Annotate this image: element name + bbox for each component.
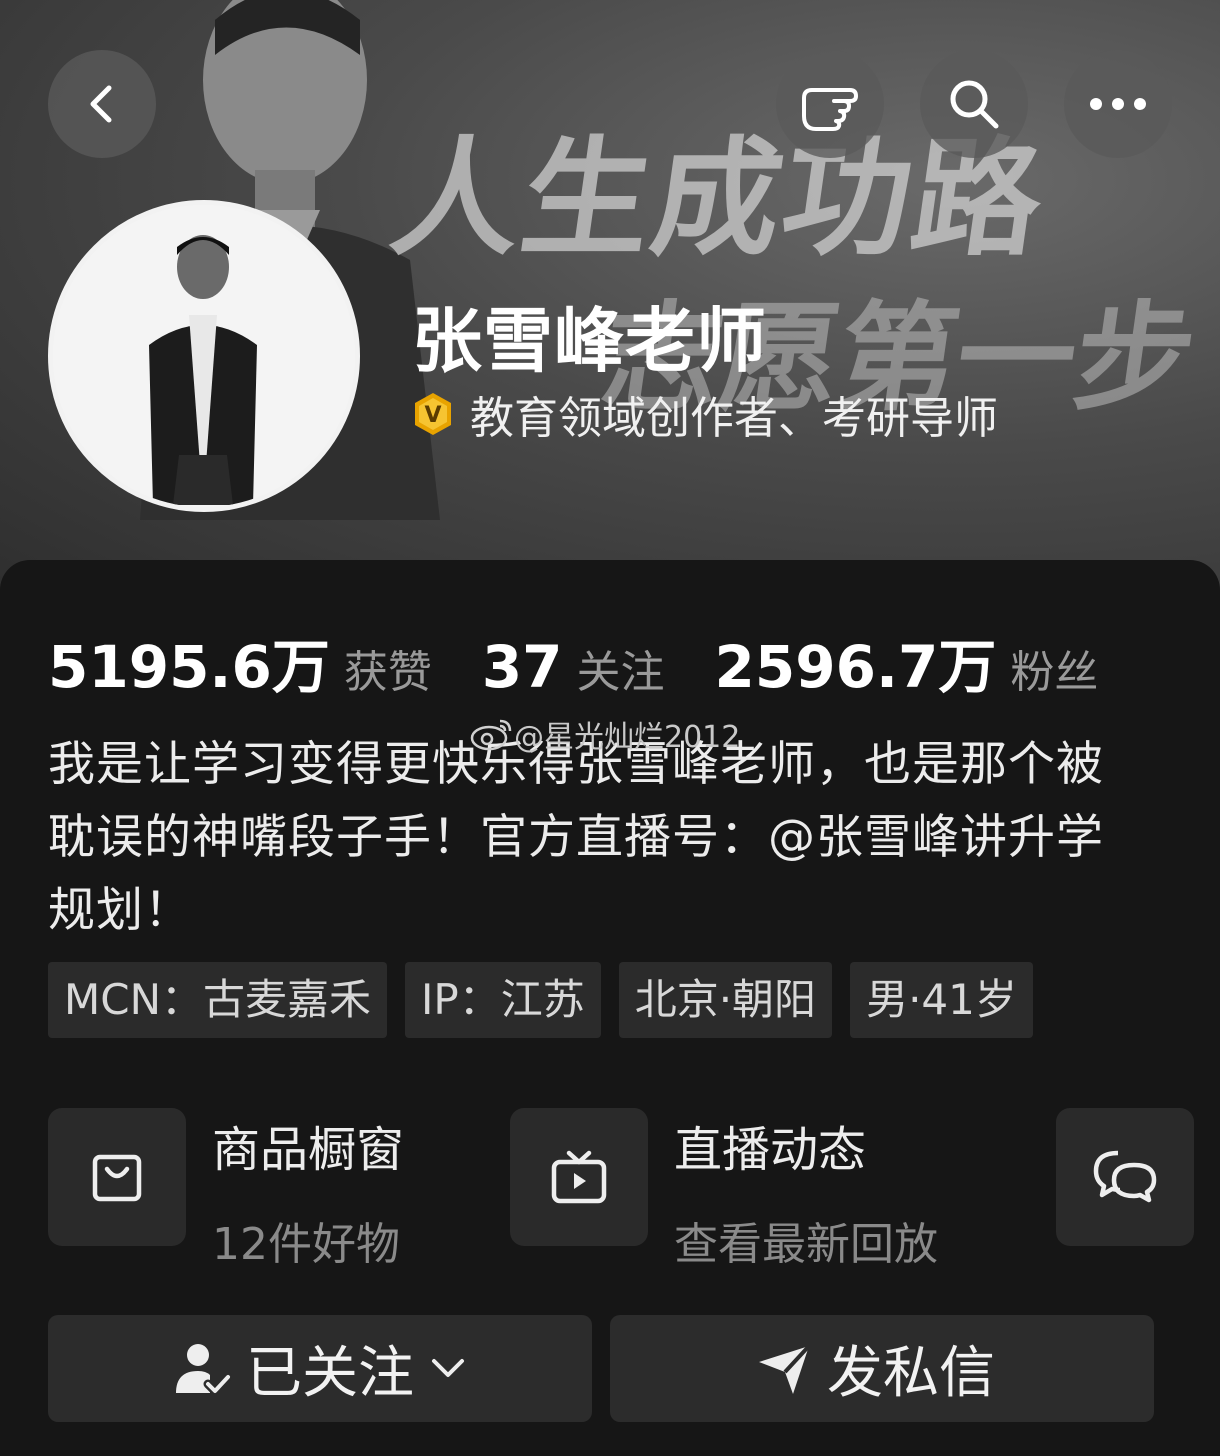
weibo-logo-icon bbox=[470, 719, 512, 751]
shop-window-title: 商品橱窗 bbox=[212, 1122, 405, 1178]
avatar[interactable] bbox=[48, 200, 360, 512]
likes-count: 5195.6万 bbox=[48, 633, 330, 701]
tag-gender-age: 男·41岁 bbox=[850, 962, 1033, 1038]
chevron-down-icon bbox=[432, 1358, 464, 1377]
watermark: @星光灿烂2012 bbox=[470, 712, 740, 756]
live-updates-subtitle: 查看最新回放 bbox=[674, 1219, 938, 1270]
bio-text: 我是让学习变得更快乐得张雪峰老师，也是那个被 耽误的神嘴段子手！官方直播号：@张… bbox=[48, 728, 1178, 947]
tag-mcn[interactable]: MCN：古麦嘉禾 bbox=[48, 962, 387, 1038]
tag-ip: IP：江苏 bbox=[404, 962, 601, 1038]
chat-bubbles-icon bbox=[1093, 1150, 1157, 1203]
gesture-button[interactable] bbox=[776, 50, 884, 158]
verification-row: V 教育领域创作者、考研导师 bbox=[410, 382, 998, 446]
chevron-left-icon bbox=[90, 85, 112, 123]
bio-line: 耽误的神嘴段子手！官方直播号：@张雪峰讲升学 bbox=[48, 810, 1104, 865]
pointing-hand-icon bbox=[802, 88, 858, 131]
live-updates-title: 直播动态 bbox=[674, 1122, 867, 1178]
profile-tags: MCN：古麦嘉禾 IP：江苏 北京·朝阳 男·41岁 bbox=[48, 962, 1051, 1038]
followed-button[interactable]: 已关注 bbox=[48, 1315, 592, 1422]
tag-location: 北京·朝阳 bbox=[618, 962, 833, 1038]
likes-label: 获赞 bbox=[343, 647, 432, 698]
watermark-text: @星光灿烂2012 bbox=[514, 720, 741, 755]
send-message-button[interactable]: 发私信 bbox=[610, 1315, 1154, 1422]
verified-badge-icon: V bbox=[415, 393, 451, 435]
verification-text: 教育领域创作者、考研导师 bbox=[470, 393, 998, 444]
followed-label: 已关注 bbox=[246, 1341, 414, 1406]
more-button[interactable] bbox=[1064, 50, 1172, 158]
profile-name: 张雪峰老师 bbox=[412, 300, 767, 382]
more-horizontal-icon bbox=[1090, 98, 1146, 110]
shop-window-entry[interactable]: 商品橱窗 12件好物 bbox=[48, 1108, 404, 1272]
live-updates-entry[interactable]: 直播动态 查看最新回放 bbox=[510, 1108, 938, 1272]
shopping-bag-icon bbox=[92, 1154, 142, 1202]
following-label[interactable]: 关注 bbox=[577, 636, 665, 700]
stats-row: 5195.6万 获赞 37 关注 2596.7万 粉丝 bbox=[48, 620, 1098, 704]
search-icon bbox=[950, 80, 999, 129]
group-chat-button[interactable] bbox=[1056, 1108, 1194, 1246]
user-check-icon bbox=[176, 1343, 232, 1395]
following-count[interactable]: 37 bbox=[482, 633, 563, 701]
bio-line: 规划！ bbox=[48, 883, 192, 938]
profile-banner: 人生成功路 志愿第一步 张雪峰老师 V 教育领域创作者、考研导师 bbox=[0, 0, 1220, 600]
send-icon bbox=[759, 1344, 811, 1394]
fans-count[interactable]: 2596.7万 bbox=[715, 620, 997, 704]
fans-label[interactable]: 粉丝 bbox=[1010, 636, 1098, 700]
avatar-image bbox=[53, 205, 355, 507]
search-button[interactable] bbox=[920, 50, 1028, 158]
live-icon-tile bbox=[510, 1108, 648, 1246]
shop-icon-tile bbox=[48, 1108, 186, 1246]
back-button[interactable] bbox=[48, 50, 156, 158]
tv-play-icon bbox=[551, 1150, 607, 1204]
shop-window-subtitle: 12件好物 bbox=[212, 1219, 400, 1270]
svg-text:V: V bbox=[424, 403, 441, 428]
send-message-label: 发私信 bbox=[827, 1341, 995, 1406]
